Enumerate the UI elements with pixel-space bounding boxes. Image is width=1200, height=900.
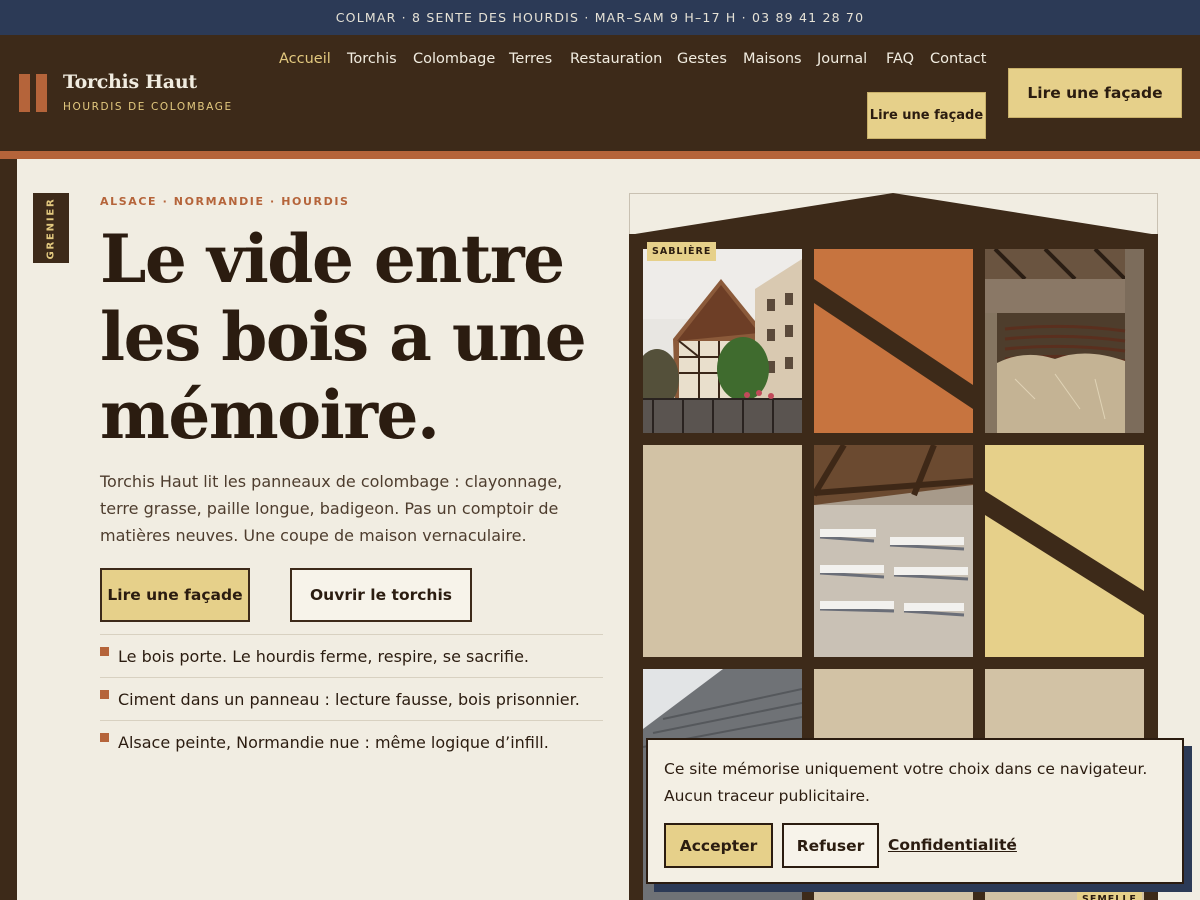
panel-clay-plain[interactable] (643, 445, 802, 657)
panel-photo-lath[interactable] (814, 445, 973, 657)
roof-gable (629, 193, 1158, 235)
nav-journal[interactable]: Journal (817, 51, 867, 67)
nav-colombage[interactable]: Colombage (413, 51, 495, 67)
brand-tagline: HOURDIS DE COLOMBAGE (63, 101, 233, 113)
sabliere-tag: SABLIÈRE (647, 242, 717, 261)
nav-gestes[interactable]: Gestes (677, 51, 727, 67)
nav-contact[interactable]: Contact (930, 51, 986, 67)
privacy-link[interactable]: Confidentialité (888, 836, 1017, 854)
nav-torchis[interactable]: Torchis (347, 51, 397, 67)
bullet-square-icon (100, 733, 109, 742)
bullet-square-icon (100, 647, 109, 656)
hero-lede: Torchis Haut lit les panneaux de colomba… (100, 472, 563, 545)
nav-maisons[interactable]: Maisons (743, 51, 802, 67)
bullet-square-icon (100, 690, 109, 699)
nav-faq[interactable]: FAQ (886, 51, 914, 67)
refuse-cookies-button[interactable]: Refuser (782, 823, 879, 868)
accept-cookies-button[interactable]: Accepter (664, 823, 773, 868)
nav-restauration[interactable]: Restauration (570, 51, 662, 67)
nav-terres[interactable]: Terres (509, 51, 552, 67)
hero-eyebrow: ALSACE · NORMANDIE · HOURDIS (100, 195, 350, 208)
header-accent-divider (0, 151, 1200, 159)
list-item: Ciment dans un panneau : lecture fausse,… (100, 677, 603, 720)
panel-photo-colmar[interactable] (643, 249, 802, 433)
nav-accueil[interactable]: Accueil (279, 51, 331, 67)
grenier-side-tag: GRENIER (33, 193, 69, 263)
panel-photo-wattle[interactable] (985, 249, 1144, 433)
header-cta-button[interactable]: Lire une façade (1008, 68, 1182, 118)
semelle-tag: SEMELLE (1077, 890, 1142, 900)
cookie-consent-dialog: Ce site mémorise uniquement votre choix … (646, 738, 1184, 884)
cookie-message: Ce site mémorise uniquement votre choix … (664, 760, 1148, 805)
info-bar: COLMAR · 8 SENTE DES HOURDIS · MAR–SAM 9… (0, 0, 1200, 35)
hero-title: Le vide entre les bois a une mémoire. (100, 220, 587, 454)
list-item: Le bois porte. Le hourdis ferme, respire… (100, 634, 603, 677)
hero-bullet-list: Le bois porte. Le hourdis ferme, respire… (100, 634, 603, 763)
read-facade-button[interactable]: Lire une façade (100, 568, 250, 622)
panel-ochre-brace[interactable] (814, 249, 973, 433)
list-item: Alsace peinte, Normandie nue : même logi… (100, 720, 603, 763)
panel-straw-brace[interactable] (985, 445, 1144, 657)
nav-cta-button-small[interactable]: Lire une façade (867, 92, 986, 139)
site-header: Torchis Haut HOURDIS DE COLOMBAGE Accuei… (0, 35, 1200, 151)
open-torchis-button[interactable]: Ouvrir le torchis (290, 568, 472, 622)
